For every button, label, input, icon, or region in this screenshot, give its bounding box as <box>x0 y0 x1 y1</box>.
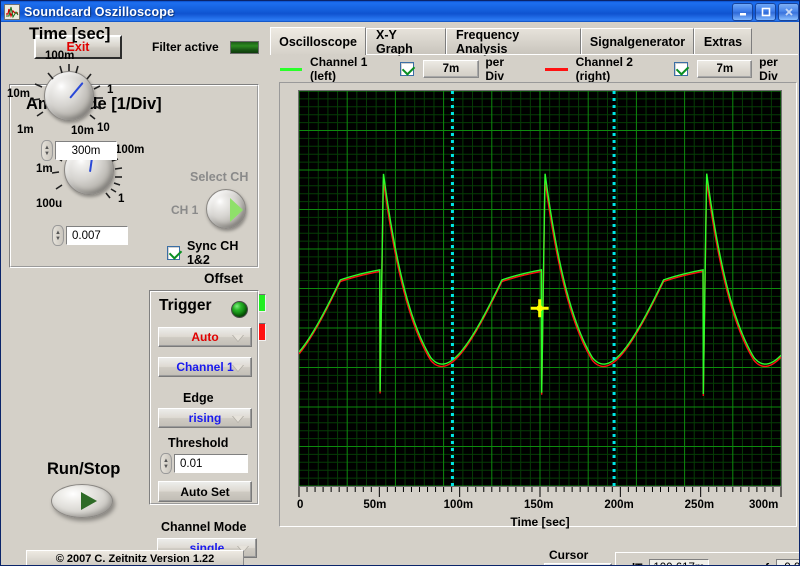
trigger-led <box>231 301 248 318</box>
trigger-group: Trigger Auto Channel 1 Edge rising Thres… <box>149 290 259 505</box>
trigger-source-combo[interactable]: Channel 1 <box>158 357 252 377</box>
app-icon <box>4 4 20 20</box>
sync-ch-row[interactable]: Sync CH 1&2 <box>167 239 258 267</box>
tab-bar: Oscilloscope X-Y Graph Frequency Analysi… <box>270 28 798 54</box>
tab-oscilloscope[interactable]: Oscilloscope <box>270 27 366 55</box>
minimize-button[interactable] <box>732 3 753 21</box>
tab-frequency-analysis[interactable]: Frequency Analysis <box>446 28 581 54</box>
trigger-edge-label: Edge <box>183 391 214 405</box>
select-ch-current: CH 1 <box>171 203 198 217</box>
channel-2-perdiv-label: per Div <box>759 55 798 83</box>
amplitude-value-field[interactable]: ▲▼ 0.007 <box>52 225 128 246</box>
x-tick-label: 50m <box>363 499 386 511</box>
threshold-spinner[interactable]: ▲▼ <box>160 453 172 474</box>
copyright-label: © 2007 C. Zeitnitz Version 1.22 <box>26 550 244 566</box>
tab-extras[interactable]: Extras <box>694 28 752 54</box>
cursor-label: Cursor <box>549 548 588 562</box>
time-label-1m: 1m <box>17 124 34 136</box>
amplitude-label-100u: 100u <box>36 198 62 210</box>
chevron-down-icon <box>232 335 244 342</box>
tab-signalgenerator[interactable]: Signalgenerator <box>581 28 694 54</box>
frequency-value: 9.9387 <box>776 559 800 566</box>
window-title: Soundcard Oszilloscope <box>24 5 174 19</box>
filter-active-led <box>230 41 259 54</box>
channel-1-label: Channel 1 (left) <box>310 55 393 83</box>
amplitude-label-1: 1 <box>118 193 124 205</box>
chevron-down-icon <box>232 365 244 372</box>
close-button[interactable] <box>778 3 799 21</box>
auto-set-button[interactable]: Auto Set <box>158 481 252 502</box>
run-stop-button[interactable] <box>51 484 113 518</box>
x-tick-label: 150m <box>524 499 553 511</box>
x-axis: Time [sec] 0 50m 100m 150m 200m 250m 300m <box>298 487 782 527</box>
x-axis-ticks <box>298 487 782 499</box>
time-value-field[interactable]: ▲▼ 300m <box>41 140 117 161</box>
channel-1-perdiv-value[interactable]: 7m <box>423 60 478 78</box>
select-ch-indicator <box>230 198 243 222</box>
dt-value: 100.617m <box>649 559 708 566</box>
channel-1-perdiv-label: per Div <box>485 55 524 83</box>
x-axis-title: Time [sec] <box>298 515 782 529</box>
trigger-edge-value: rising <box>189 411 222 425</box>
channel-mode-label: Channel Mode <box>161 520 246 534</box>
channel-1-checkbox[interactable] <box>400 62 413 76</box>
amplitude-input[interactable]: 0.007 <box>66 226 128 245</box>
channel-2-label: Channel 2 (right) <box>576 55 667 83</box>
time-label-1: 1 <box>107 84 113 96</box>
x-tick-label: 300m <box>749 499 778 511</box>
oscilloscope-plot-panel: Time [sec] 0 50m 100m 150m 200m 250m 300m <box>279 82 797 527</box>
run-stop-label: Run/Stop <box>47 460 120 479</box>
x-tick-label: 100m <box>444 499 473 511</box>
trigger-edge-combo[interactable]: rising <box>158 408 252 428</box>
trigger-threshold-field[interactable]: ▲▼ 0.01 <box>160 453 248 474</box>
chevron-down-icon <box>232 416 244 423</box>
select-ch-knob[interactable] <box>206 189 246 229</box>
time-title: Time [sec] <box>29 25 110 44</box>
oscilloscope-canvas[interactable] <box>298 90 782 487</box>
cursor-cross[interactable] <box>531 299 549 317</box>
play-icon <box>81 492 97 510</box>
app-window: Soundcard Oszilloscope Exit Filter activ… <box>0 0 800 566</box>
offset-title: Offset <box>204 271 243 286</box>
channel-2-perdiv-value[interactable]: 7m <box>697 60 752 78</box>
threshold-input[interactable]: 0.01 <box>174 454 248 473</box>
amplitude-label-100m: 100m <box>115 144 144 156</box>
right-panel: Oscilloscope X-Y Graph Frequency Analysi… <box>267 22 800 566</box>
channel-1-color-swatch <box>280 68 303 71</box>
time-label-100m: 100m <box>45 50 74 62</box>
sync-ch-checkbox[interactable] <box>167 246 180 260</box>
dt-unit: sec <box>715 561 735 566</box>
filter-active-label: Filter active <box>152 40 219 54</box>
tab-xy-graph[interactable]: X-Y Graph <box>366 28 446 54</box>
channel-bar: Channel 1 (left) 7m per Div Channel 2 (r… <box>270 58 798 80</box>
left-control-panel: Exit Filter active Amplitude [1/Div] <box>1 22 267 566</box>
x-tick-label: 250m <box>685 499 714 511</box>
waveform-svg <box>299 91 781 486</box>
amplitude-spinner[interactable]: ▲▼ <box>52 225 64 246</box>
dt-label: dT <box>628 561 643 566</box>
time-knob-assembly: 1m 10m 100m 1 10 <box>15 46 131 142</box>
select-ch-label: Select CH <box>190 170 248 184</box>
trigger-mode-value: Auto <box>191 330 218 344</box>
title-bar: Soundcard Oszilloscope <box>1 1 800 22</box>
sync-ch-label: Sync CH 1&2 <box>187 239 258 267</box>
time-label-10m: 10m <box>7 88 30 100</box>
channel-2-color-swatch <box>545 68 568 71</box>
trigger-title: Trigger <box>159 297 212 315</box>
window-controls <box>732 3 799 21</box>
maximize-button[interactable] <box>755 3 776 21</box>
trigger-mode-combo[interactable]: Auto <box>158 327 252 347</box>
time-input[interactable]: 300m <box>55 141 117 160</box>
trigger-source-value: Channel 1 <box>176 360 233 374</box>
x-tick-label: 0 <box>297 499 303 511</box>
measurement-panel: dT 100.617m sec f 9.9387 Hz Zoom <box>615 552 800 566</box>
time-label-10: 10 <box>97 122 110 134</box>
x-tick-label: 200m <box>604 499 633 511</box>
channel-2-checkbox[interactable] <box>674 62 687 76</box>
time-spinner[interactable]: ▲▼ <box>41 140 53 161</box>
trigger-threshold-label: Threshold <box>168 436 228 450</box>
amplitude-label-1m: 1m <box>36 163 53 175</box>
frequency-label: f <box>765 561 769 566</box>
